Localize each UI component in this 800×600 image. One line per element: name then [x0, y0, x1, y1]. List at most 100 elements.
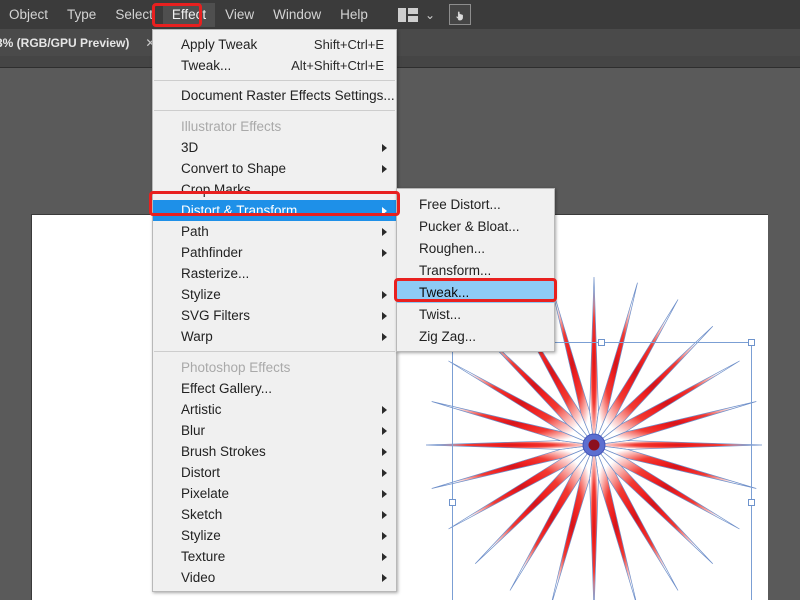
submenu-arrow-icon	[382, 510, 387, 519]
menu-item-label: Convert to Shape	[181, 161, 287, 176]
menu-item-distort-transform[interactable]: Distort & Transform	[153, 200, 396, 221]
effect-dropdown-menu[interactable]: Apply Tweak Shift+Ctrl+E Tweak... Alt+Shift…	[152, 29, 397, 592]
menu-item-label: Stylize	[181, 287, 221, 302]
menu-item-convert-to-shape[interactable]: Convert to Shape	[153, 158, 396, 179]
menu-item-artistic[interactable]: Artistic	[153, 399, 396, 420]
menu-item-label: Blur	[181, 423, 206, 438]
arrange-documents-icon[interactable]	[397, 7, 418, 22]
menu-item-label: Tweak...	[181, 58, 232, 73]
menu-item-label: Document Raster Effects Settings...	[181, 88, 395, 103]
handle-top-right[interactable]	[748, 339, 755, 346]
menu-item-sketch[interactable]: Sketch	[153, 504, 396, 525]
menu-item-apply-tweak[interactable]: Apply Tweak Shift+Ctrl+E	[153, 34, 396, 55]
menu-item-label: Artistic	[181, 402, 222, 417]
menu-item-crop-marks[interactable]: Crop Marks	[153, 179, 396, 200]
canvas-right-gutter	[768, 68, 800, 600]
handle-middle-left[interactable]	[449, 499, 456, 506]
submenu-arrow-icon	[382, 531, 387, 540]
menu-item-texture[interactable]: Texture	[153, 546, 396, 567]
menu-item-distort[interactable]: Distort	[153, 462, 396, 483]
main-menu-bar: Object Type Select Effect View Window Help ⌄	[0, 0, 800, 29]
menu-item-path[interactable]: Path	[153, 221, 396, 242]
menu-item-warp[interactable]: Warp	[153, 326, 396, 347]
menu-item-label: Illustrator Effects	[181, 118, 282, 134]
menubar-item-help[interactable]: Help	[331, 3, 377, 27]
menu-item-label: Pixelate	[181, 486, 230, 501]
menu-item-rasterize[interactable]: Rasterize...	[153, 263, 396, 284]
zoom-level-indicator[interactable]: 3% (RGB/GPU Preview)	[0, 36, 129, 50]
submenu-item-pucker-bloat[interactable]: Pucker & Bloat...	[397, 215, 554, 237]
submenu-arrow-icon	[382, 447, 387, 456]
menu-item-label: Rasterize...	[181, 266, 250, 281]
menubar-item-window[interactable]: Window	[264, 3, 330, 27]
handle-middle-right[interactable]	[748, 499, 755, 506]
menu-item-label: Brush Strokes	[181, 444, 266, 459]
menu-item-label: Pathfinder	[181, 245, 243, 260]
menu-item-label: Distort	[181, 465, 221, 480]
menu-item-label: Roughen...	[419, 240, 486, 256]
menubar-item-object[interactable]: Object	[0, 3, 57, 27]
submenu-arrow-icon	[382, 227, 387, 236]
menu-item-label: Path	[181, 224, 209, 239]
menu-item-label: Free Distort...	[419, 196, 501, 212]
menu-item-label: SVG Filters	[181, 308, 251, 323]
menubar-item-type[interactable]: Type	[58, 3, 105, 27]
menu-item-3d[interactable]: 3D	[153, 137, 396, 158]
menu-item-label: Video	[181, 570, 216, 585]
submenu-arrow-icon	[382, 206, 387, 215]
selection-bounding-box[interactable]	[449, 339, 755, 600]
submenu-item-twist[interactable]: Twist...	[397, 303, 554, 325]
menu-item-label: Zig Zag...	[419, 328, 477, 344]
submenu-arrow-icon	[382, 405, 387, 414]
menu-item-blur[interactable]: Blur	[153, 420, 396, 441]
menu-item-document-raster-effects-settings[interactable]: Document Raster Effects Settings...	[153, 85, 396, 106]
menu-item-pixelate[interactable]: Pixelate	[153, 483, 396, 504]
menu-item-stylize[interactable]: Stylize	[153, 525, 396, 546]
menubar-item-effect[interactable]: Effect	[162, 2, 216, 27]
menu-item-label: Stylize	[181, 528, 221, 543]
control-strip	[0, 56, 800, 68]
submenu-item-transform[interactable]: Transform...	[397, 259, 554, 281]
submenu-arrow-icon	[382, 489, 387, 498]
menubar-item-view[interactable]: View	[216, 3, 263, 27]
submenu-arrow-icon	[382, 426, 387, 435]
submenu-item-zig-zag[interactable]: Zig Zag...	[397, 325, 554, 347]
menu-item-illustrator-effects: Illustrator Effects	[153, 115, 396, 137]
submenu-item-tweak[interactable]: Tweak...	[397, 281, 554, 303]
menu-item-label: Effect Gallery...	[181, 381, 273, 396]
submenu-arrow-icon	[382, 468, 387, 477]
distort-transform-submenu[interactable]: Free Distort... Pucker & Bloat... Roughen.…	[396, 188, 555, 352]
menu-separator	[154, 351, 395, 352]
menu-item-label: Pucker & Bloat...	[419, 218, 520, 234]
menu-item-photoshop-effects: Photoshop Effects	[153, 356, 396, 378]
submenu-arrow-icon	[382, 332, 387, 341]
menu-item-label: Texture	[181, 549, 226, 564]
menu-item-shortcut: Shift+Ctrl+E	[313, 37, 384, 52]
submenu-arrow-icon	[382, 573, 387, 582]
submenu-item-free-distort[interactable]: Free Distort...	[397, 193, 554, 215]
submenu-arrow-icon	[382, 311, 387, 320]
menu-item-effect-gallery[interactable]: Effect Gallery...	[153, 378, 396, 399]
menu-item-label: Distort & Transform	[181, 203, 298, 218]
menubar-item-select[interactable]: Select	[106, 3, 162, 27]
touch-workspace-icon[interactable]	[449, 4, 471, 25]
submenu-item-roughen[interactable]: Roughen...	[397, 237, 554, 259]
handle-top-center[interactable]	[598, 339, 605, 346]
menu-item-pathfinder[interactable]: Pathfinder	[153, 242, 396, 263]
menu-item-label: Sketch	[181, 507, 223, 522]
chevron-down-icon[interactable]: ⌄	[425, 9, 435, 21]
submenu-arrow-icon	[382, 248, 387, 257]
illustrator-window: 3% (RGB/GPU Preview) ✕ Object Type Select E…	[0, 0, 800, 600]
submenu-arrow-icon	[382, 552, 387, 561]
menu-separator	[154, 80, 395, 81]
menu-item-brush-strokes[interactable]: Brush Strokes	[153, 441, 396, 462]
menu-item-svg-filters[interactable]: SVG Filters	[153, 305, 396, 326]
menu-separator	[154, 110, 395, 111]
menu-item-label: Crop Marks	[181, 182, 251, 197]
submenu-arrow-icon	[382, 164, 387, 173]
menu-item-tweak[interactable]: Tweak... Alt+Shift+Ctrl+E	[153, 55, 396, 76]
menu-item-video[interactable]: Video	[153, 567, 396, 588]
submenu-arrow-icon	[382, 290, 387, 299]
menu-item-label: Photoshop Effects	[181, 359, 291, 375]
menu-item-stylize[interactable]: Stylize	[153, 284, 396, 305]
